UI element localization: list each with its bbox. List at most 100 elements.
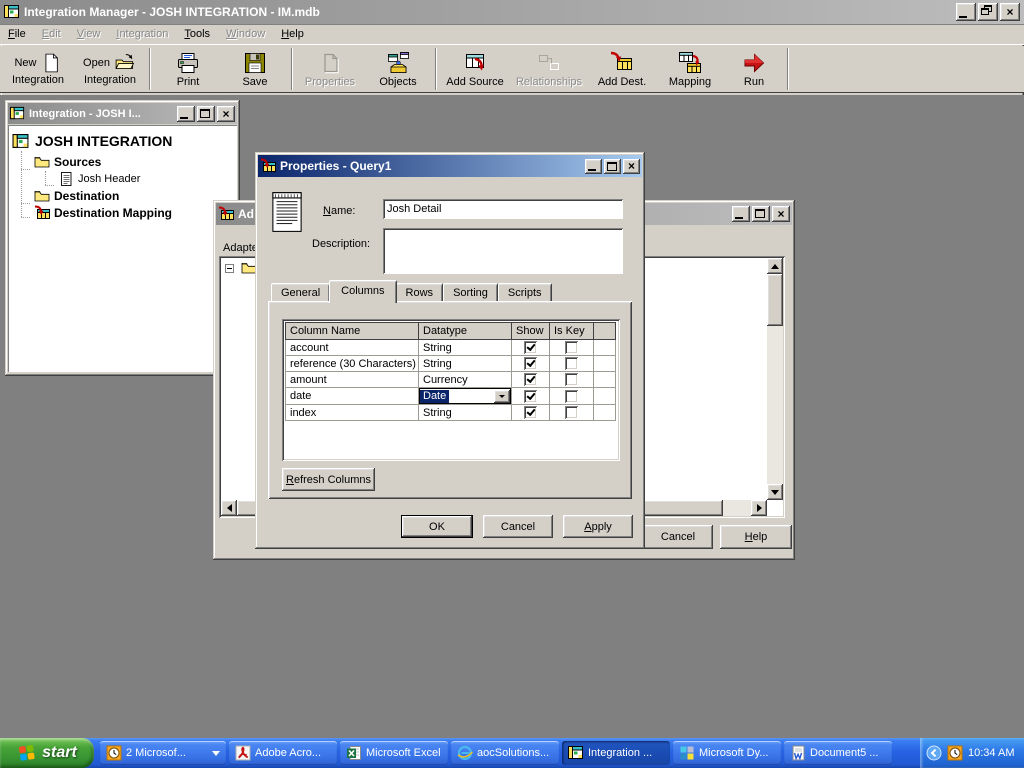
menu-integration[interactable]: Integration	[108, 25, 176, 43]
minimize-button[interactable]	[732, 206, 750, 222]
show-checkbox-cell[interactable]	[512, 340, 550, 356]
tree-node-josh-header[interactable]: Josh Header	[8, 170, 237, 187]
menu-window[interactable]: Window	[218, 25, 273, 43]
menu-file[interactable]: File	[0, 25, 34, 43]
scroll-left-button[interactable]	[221, 500, 237, 516]
is-key-checkbox[interactable]	[565, 341, 578, 354]
start-button[interactable]: start	[0, 738, 94, 768]
minimize-button[interactable]	[585, 159, 602, 174]
datatype-cell[interactable]: String	[419, 356, 512, 372]
scroll-up-button[interactable]	[767, 258, 783, 274]
tree-window-titlebar[interactable]: Integration - JOSH I... ×	[8, 103, 237, 124]
column-name-cell[interactable]: account	[286, 340, 419, 356]
datatype-cell[interactable]: Currency	[419, 372, 512, 388]
show-checkbox-cell[interactable]	[512, 372, 550, 388]
objects-button[interactable]: Objects	[364, 46, 432, 92]
dialog-titlebar[interactable]: Properties - Query1 ×	[258, 155, 642, 177]
add-dest-button[interactable]: Add Dest.	[588, 46, 656, 92]
grid-header-show[interactable]: Show	[512, 323, 550, 340]
task-adobe-acrobat[interactable]: Adobe Acro...	[229, 741, 337, 765]
show-checkbox[interactable]	[524, 357, 537, 370]
task-microsoft-dynamics[interactable]: Microsoft Dy...	[673, 741, 781, 765]
menu-view[interactable]: View	[69, 25, 109, 43]
refresh-columns-button[interactable]: Refresh Columns	[282, 468, 375, 491]
group-expand-arrow-icon[interactable]	[212, 751, 220, 760]
is-key-checkbox[interactable]	[565, 357, 578, 370]
show-checkbox-cell[interactable]	[512, 388, 550, 405]
is-key-checkbox[interactable]	[565, 390, 578, 403]
task-document5[interactable]: Document5 ...	[784, 741, 892, 765]
column-name-cell[interactable]: index	[286, 405, 419, 421]
restore-button[interactable]	[978, 3, 998, 21]
grid-header-datatype[interactable]: Datatype	[419, 323, 512, 340]
run-button[interactable]: Run	[724, 46, 784, 92]
close-button[interactable]: ×	[1000, 3, 1020, 21]
tree-node-destination[interactable]: Destination	[8, 187, 237, 204]
properties-button[interactable]: Properties	[296, 46, 364, 92]
tree-node-sources[interactable]: Sources	[8, 153, 237, 170]
is-key-checkbox-cell[interactable]	[550, 405, 594, 421]
close-button[interactable]: ×	[217, 106, 235, 122]
open-integration-button[interactable]: Open Integration	[74, 46, 146, 92]
is-key-checkbox[interactable]	[565, 406, 578, 419]
show-checkbox[interactable]	[524, 341, 537, 354]
datatype-cell-editing[interactable]: Date	[419, 388, 512, 405]
column-name-cell[interactable]: reference (30 Characters)	[286, 356, 419, 372]
close-button[interactable]: ×	[623, 159, 640, 174]
minimize-button[interactable]	[956, 3, 976, 21]
print-button[interactable]: Print	[154, 46, 222, 92]
show-checkbox[interactable]	[524, 406, 537, 419]
tab-scripts[interactable]: Scripts	[498, 283, 552, 302]
ok-button[interactable]: OK	[401, 515, 473, 538]
name-input[interactable]	[383, 199, 623, 219]
scroll-right-button[interactable]	[751, 500, 767, 516]
is-key-checkbox-cell[interactable]	[550, 340, 594, 356]
scroll-down-button[interactable]	[767, 484, 783, 500]
tray-clock-icon[interactable]	[947, 745, 963, 761]
maximize-button[interactable]	[604, 159, 621, 174]
description-input[interactable]	[383, 228, 623, 274]
show-checkbox-cell[interactable]	[512, 405, 550, 421]
tree-node-destination-mapping[interactable]: Destination Mapping	[8, 204, 237, 221]
datatype-cell[interactable]: String	[419, 340, 512, 356]
menu-tools[interactable]: Tools	[176, 25, 218, 43]
task-aocsolutions[interactable]: aocSolutions...	[451, 741, 559, 765]
mapping-button[interactable]: Mapping	[656, 46, 724, 92]
show-checkbox[interactable]	[524, 390, 537, 403]
vertical-scrollbar[interactable]	[767, 258, 783, 500]
menu-edit[interactable]: Edit	[34, 25, 69, 43]
apply-button[interactable]: Apply	[563, 515, 633, 538]
close-button[interactable]: ×	[772, 206, 790, 222]
minimize-button[interactable]	[177, 106, 195, 122]
task-integration-manager[interactable]: Integration ...	[562, 741, 670, 765]
tab-rows[interactable]: Rows	[396, 283, 444, 302]
show-checkbox[interactable]	[524, 373, 537, 386]
combo-dropdown-button[interactable]	[494, 390, 510, 403]
new-integration-button[interactable]: New Integration	[2, 46, 74, 92]
main-titlebar[interactable]: Integration Manager - JOSH INTEGRATION -…	[0, 0, 1024, 24]
tree-node-root[interactable]: JOSH INTEGRATION	[8, 129, 237, 153]
task-microsoft-excel[interactable]: Microsoft Excel	[340, 741, 448, 765]
task-microsoft-group[interactable]: 2 Microsof...	[100, 741, 226, 765]
save-button[interactable]: Save	[222, 46, 288, 92]
is-key-checkbox-cell[interactable]	[550, 372, 594, 388]
grid-header-is-key[interactable]: Is Key	[550, 323, 594, 340]
adapter-cancel-button[interactable]: Cancel	[643, 525, 713, 549]
is-key-checkbox[interactable]	[565, 373, 578, 386]
collapse-chevron-icon[interactable]	[926, 745, 942, 761]
scrollbar-thumb[interactable]	[767, 274, 783, 326]
cancel-button[interactable]: Cancel	[483, 515, 553, 538]
datatype-cell[interactable]: String	[419, 405, 512, 421]
add-source-button[interactable]: Add Source	[440, 46, 510, 92]
datatype-combobox[interactable]: Date	[419, 388, 511, 404]
relationships-button[interactable]: Relationships	[510, 46, 588, 92]
tab-sorting[interactable]: Sorting	[443, 283, 498, 302]
grid-header-column-name[interactable]: Column Name	[286, 323, 419, 340]
maximize-button[interactable]	[752, 206, 770, 222]
is-key-checkbox-cell[interactable]	[550, 388, 594, 405]
maximize-button[interactable]	[197, 106, 215, 122]
menu-help[interactable]: Help	[273, 25, 312, 43]
adapter-help-button[interactable]: Help	[720, 525, 792, 549]
tab-columns[interactable]: Columns	[329, 280, 396, 303]
column-name-cell[interactable]: amount	[286, 372, 419, 388]
